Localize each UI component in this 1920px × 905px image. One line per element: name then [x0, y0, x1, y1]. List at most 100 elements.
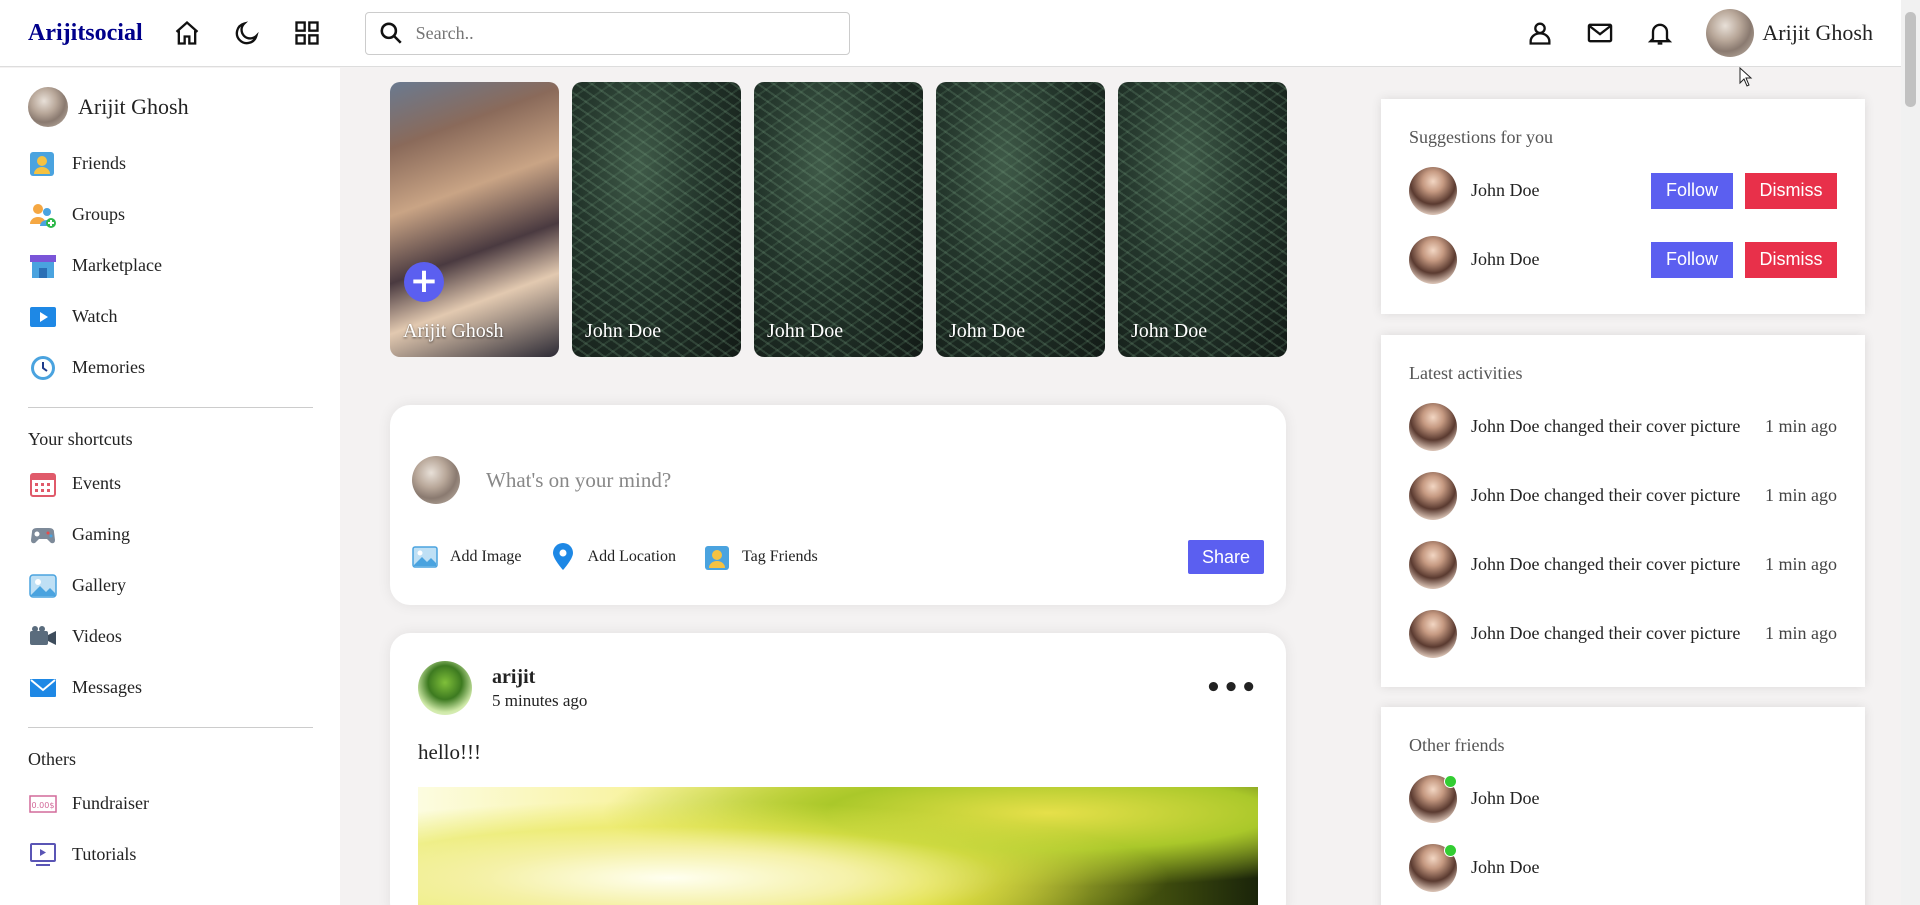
- left-sidebar: Arijit Ghosh Friends Groups Marketplace …: [0, 68, 340, 905]
- navbar-user[interactable]: Arijit Ghosh: [1706, 9, 1873, 57]
- share-input-row: What's on your mind?: [412, 456, 1264, 504]
- friend-row[interactable]: John Doe: [1409, 764, 1837, 833]
- sidebar-item-gallery[interactable]: Gallery: [28, 560, 312, 611]
- follow-button[interactable]: Follow: [1651, 241, 1733, 278]
- notification-bell-icon[interactable]: [1646, 19, 1674, 47]
- other-friends-card: Other friends John Doe John Doe: [1381, 707, 1865, 905]
- friends-icon: [28, 149, 58, 179]
- sidebar-item-fundraiser[interactable]: 0.00$ Fundraiser: [28, 778, 312, 829]
- add-image-option[interactable]: Add Image: [412, 543, 522, 571]
- friend-name[interactable]: John Doe: [1471, 857, 1540, 878]
- suggestions-title: Suggestions for you: [1409, 127, 1553, 147]
- sidebar-item-tutorials[interactable]: Tutorials: [28, 829, 312, 880]
- clock-icon: [28, 353, 58, 383]
- sidebar-item-memories[interactable]: Memories: [28, 342, 312, 393]
- sidebar-item-label: Friends: [72, 153, 126, 173]
- sidebar-item-label: Memories: [72, 357, 145, 377]
- sidebar-item-label: Watch: [72, 306, 118, 326]
- avatar: [28, 87, 68, 127]
- activity-row: John Doe changed their cover picture 1 m…: [1409, 461, 1837, 530]
- mail-icon[interactable]: [1586, 19, 1614, 47]
- stories-strip: + Arijit Ghosh John Doe John Doe John Do…: [390, 82, 1287, 357]
- avatar[interactable]: [1409, 471, 1457, 520]
- tutorials-icon: [28, 840, 58, 870]
- sidebar-item-friends[interactable]: Friends: [28, 138, 312, 189]
- others-heading: Others: [28, 749, 76, 769]
- dismiss-button[interactable]: Dismiss: [1745, 172, 1837, 209]
- friend-name[interactable]: John Doe: [1471, 788, 1540, 809]
- post-author[interactable]: arijit: [492, 666, 587, 689]
- sidebar-item-marketplace[interactable]: Marketplace: [28, 240, 312, 291]
- activity-action: changed their cover picture: [1544, 554, 1741, 574]
- grid-apps-icon[interactable]: [293, 19, 321, 47]
- story-name: John Doe: [1131, 320, 1208, 342]
- sidebar-item-groups[interactable]: Groups: [28, 189, 312, 240]
- avatar[interactable]: [1409, 166, 1457, 215]
- add-location-option[interactable]: Add Location: [550, 543, 676, 571]
- post-image[interactable]: [418, 787, 1258, 905]
- suggestion-name[interactable]: John Doe: [1471, 180, 1540, 201]
- story-card[interactable]: John Doe: [572, 82, 741, 357]
- sidebar-item-events[interactable]: Events: [28, 458, 312, 509]
- suggestions-card: Suggestions for you John Doe Follow Dism…: [1381, 99, 1865, 314]
- post-header: arijit 5 minutes ago •••: [418, 661, 1258, 715]
- post-card: arijit 5 minutes ago ••• hello!!!: [390, 633, 1286, 905]
- share-input[interactable]: What's on your mind?: [486, 468, 671, 493]
- activity-time: 1 min ago: [1765, 554, 1837, 574]
- groups-icon: [28, 200, 58, 230]
- activity-user[interactable]: John Doe: [1471, 485, 1540, 505]
- profile-icon[interactable]: [1526, 19, 1554, 47]
- tag-friends-option[interactable]: Tag Friends: [704, 543, 818, 571]
- calendar-icon: [28, 469, 58, 499]
- sidebar-user[interactable]: Arijit Ghosh: [28, 76, 312, 138]
- post-author-avatar[interactable]: [418, 661, 472, 715]
- dark-mode-icon[interactable]: [233, 19, 261, 47]
- avatar[interactable]: [1409, 774, 1457, 823]
- activity-user[interactable]: John Doe: [1471, 623, 1540, 643]
- story-card[interactable]: John Doe: [754, 82, 923, 357]
- fundraiser-icon: 0.00$: [28, 789, 58, 819]
- search-input[interactable]: [415, 22, 837, 44]
- home-icon[interactable]: [173, 19, 201, 47]
- activity-text: John Doe changed their cover picture: [1471, 485, 1740, 506]
- watch-icon: [28, 302, 58, 332]
- divider: [28, 407, 313, 408]
- more-options-icon[interactable]: •••: [1205, 675, 1258, 701]
- add-story-icon[interactable]: +: [404, 262, 444, 302]
- avatar[interactable]: [1409, 235, 1457, 284]
- activity-action: changed their cover picture: [1544, 485, 1741, 505]
- svg-text:0.00$: 0.00$: [32, 801, 55, 810]
- page-scrollbar[interactable]: [1901, 0, 1920, 905]
- sidebar-item-videos[interactable]: Videos: [28, 611, 312, 662]
- story-card[interactable]: John Doe: [936, 82, 1105, 357]
- sidebar-item-messages[interactable]: Messages: [28, 662, 312, 713]
- add-image-label: Add Image: [450, 548, 522, 565]
- avatar[interactable]: [1409, 402, 1457, 451]
- share-button[interactable]: Share: [1188, 540, 1264, 574]
- avatar[interactable]: [1409, 540, 1457, 589]
- suggestion-name[interactable]: John Doe: [1471, 249, 1540, 270]
- scrollbar-thumb[interactable]: [1905, 12, 1916, 107]
- shortcuts-heading: Your shortcuts: [28, 429, 133, 449]
- story-card[interactable]: John Doe: [1118, 82, 1287, 357]
- activity-time: 1 min ago: [1765, 485, 1837, 505]
- sidebar-item-gaming[interactable]: Gaming: [28, 509, 312, 560]
- sidebar-item-watch[interactable]: Watch: [28, 291, 312, 342]
- activity-action: changed their cover picture: [1544, 623, 1741, 643]
- story-card-own[interactable]: + Arijit Ghosh: [390, 82, 559, 357]
- avatar[interactable]: [1409, 843, 1457, 892]
- story-name: John Doe: [585, 320, 662, 342]
- activity-user[interactable]: John Doe: [1471, 554, 1540, 574]
- dismiss-button[interactable]: Dismiss: [1745, 241, 1837, 278]
- online-status-icon: [1444, 843, 1457, 857]
- search-bar[interactable]: [364, 11, 850, 55]
- suggestion-row: John Doe Follow Dismiss: [1409, 225, 1837, 294]
- avatar[interactable]: [1409, 609, 1457, 658]
- sidebar-item-label: Fundraiser: [72, 793, 149, 813]
- logo[interactable]: Arijitsocial: [28, 20, 143, 47]
- activity-row: John Doe changed their cover picture 1 m…: [1409, 530, 1837, 599]
- friend-row[interactable]: John Doe: [1409, 833, 1837, 902]
- activity-user[interactable]: John Doe: [1471, 416, 1540, 436]
- follow-button[interactable]: Follow: [1651, 172, 1733, 209]
- online-status-icon: [1444, 774, 1457, 788]
